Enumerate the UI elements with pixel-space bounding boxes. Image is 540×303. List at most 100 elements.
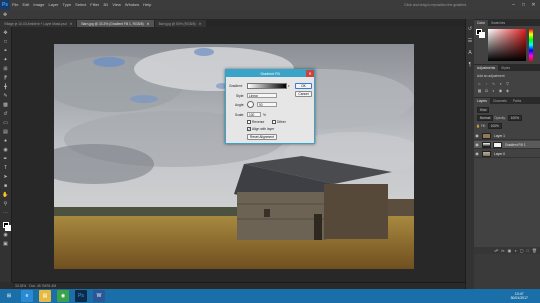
new-layer-icon[interactable]: □ — [527, 248, 529, 253]
minimize-icon[interactable]: – — [510, 2, 517, 8]
align-with-layer-checkbox[interactable]: ✓ — [247, 127, 251, 131]
angle-input[interactable]: 90 — [257, 102, 277, 107]
dialog-titlebar[interactable]: Gradient Fill ✕ — [226, 70, 314, 77]
history-brush-icon[interactable]: ↺ — [2, 111, 10, 118]
ie-icon[interactable]: e — [21, 290, 33, 302]
menu-3d[interactable]: 3D — [101, 0, 110, 10]
menu-view[interactable]: View — [110, 0, 123, 10]
ok-button[interactable]: OK — [295, 83, 312, 89]
bg-color-chip[interactable] — [479, 32, 485, 38]
style-select[interactable]: Linear — [247, 93, 277, 98]
maximize-icon[interactable]: □ — [520, 2, 527, 8]
layer-mask-thumbnail[interactable] — [493, 141, 502, 148]
clone-stamp-icon[interactable]: ▩ — [2, 102, 10, 109]
visibility-eye-icon[interactable]: ◉ — [474, 142, 480, 147]
more-tools-icon[interactable]: ⋯ — [2, 210, 10, 217]
reverse-checkbox[interactable] — [247, 120, 251, 124]
menu-layer[interactable]: Layer — [46, 0, 60, 10]
zoom-tool-icon[interactable]: ⚲ — [2, 201, 10, 208]
layer-row[interactable]: ◉ Gradient Fill 1 — [474, 141, 540, 149]
crop-tool-icon[interactable]: ⊞ — [2, 66, 10, 73]
screen-mode-icon[interactable]: ▣ — [2, 241, 10, 248]
move-tool-icon[interactable]: ✥ — [2, 30, 10, 37]
delete-layer-icon[interactable]: 🗑 — [532, 248, 537, 253]
hand-tool-icon[interactable]: ✋ — [2, 192, 10, 199]
visibility-eye-icon[interactable]: ◉ — [474, 133, 480, 138]
photo-filter-icon[interactable]: ◉ — [498, 88, 503, 93]
shape-tool-icon[interactable]: ■ — [2, 183, 10, 190]
opacity-input[interactable]: 100% — [507, 115, 522, 121]
lasso-tool-icon[interactable]: ⚭ — [2, 48, 10, 55]
quick-mask-icon[interactable]: ◉ — [2, 232, 10, 239]
link-layers-icon[interactable]: ☍ — [494, 248, 498, 253]
layer-row[interactable]: ◉ Layer 0 — [474, 150, 540, 158]
brightness-icon[interactable]: ☼ — [477, 81, 482, 86]
tab-barn-gradient[interactable]: Barn.jpg @ 33.3% (Gradient Fill 1, RGB/8… — [77, 20, 154, 27]
color-field[interactable] — [488, 29, 526, 61]
paragraph-icon[interactable]: ¶ — [467, 62, 473, 68]
channel-mixer-icon[interactable]: ◈ — [505, 88, 510, 93]
start-icon[interactable]: ⊞ — [3, 290, 15, 302]
angle-dial[interactable] — [247, 101, 254, 108]
menu-image[interactable]: Image — [31, 0, 46, 10]
fill-input[interactable]: 100% — [487, 123, 502, 129]
hue-saturation-icon[interactable]: ▦ — [477, 88, 482, 93]
fx-icon[interactable]: fx — [501, 248, 504, 253]
add-mask-icon[interactable]: ▣ — [508, 248, 512, 253]
path-select-icon[interactable]: ➤ — [2, 174, 10, 181]
menu-type[interactable]: Type — [61, 0, 74, 10]
exposure-icon[interactable]: ◑ — [498, 81, 503, 86]
brush-tool-icon[interactable]: ✎ — [2, 93, 10, 100]
close-tab-icon[interactable]: ✕ — [70, 22, 73, 26]
curves-icon[interactable]: ∿ — [491, 81, 496, 86]
blend-mode-select[interactable]: Normal — [477, 115, 494, 121]
type-tool-icon[interactable]: T — [2, 165, 10, 172]
visibility-eye-icon[interactable]: ◉ — [474, 151, 480, 156]
gradient-tool-icon[interactable]: ▤ — [2, 129, 10, 136]
character-icon[interactable]: A — [467, 50, 473, 56]
menu-window[interactable]: Window — [123, 0, 141, 10]
reset-alignment-button[interactable]: Reset Alignment — [247, 134, 277, 140]
layer-row[interactable]: ◉ Layer 1 — [474, 132, 540, 140]
blur-tool-icon[interactable]: ● — [2, 138, 10, 145]
new-adjustment-icon[interactable]: ◑ — [514, 248, 516, 253]
close-tab-icon[interactable]: ✕ — [147, 22, 150, 26]
kind-select[interactable]: Kind — [477, 107, 490, 113]
levels-icon[interactable]: ▫ — [484, 81, 489, 86]
healing-brush-icon[interactable]: ╋ — [2, 84, 10, 91]
system-clock[interactable]: 13:47 30/01/2017 — [510, 292, 540, 301]
photoshop-taskbar-icon[interactable]: Ps — [75, 290, 87, 302]
tab-village[interactable]: Village je 10-03 Ambient + Layer Mask.ps… — [0, 20, 77, 27]
gradient-dropdown-icon[interactable]: ▾ — [288, 84, 290, 88]
cancel-button[interactable]: Cancel — [295, 91, 312, 97]
menu-file[interactable]: File — [10, 0, 20, 10]
eyedropper-tool-icon[interactable]: ⁋ — [2, 75, 10, 82]
menu-help[interactable]: Help — [141, 0, 153, 10]
pen-tool-icon[interactable]: ✒ — [2, 156, 10, 163]
properties-icon[interactable]: ☰ — [467, 38, 473, 44]
vibrance-icon[interactable]: ▽ — [505, 81, 510, 86]
menu-filter[interactable]: Filter — [88, 0, 101, 10]
color-balance-icon[interactable]: ⚖ — [484, 88, 489, 93]
dialog-close-icon[interactable]: ✕ — [306, 70, 314, 77]
history-icon[interactable]: ↺ — [467, 26, 473, 32]
close-icon[interactable]: ✕ — [530, 2, 537, 8]
zoom-level[interactable]: 33.33% — [12, 284, 26, 288]
close-tab-icon[interactable]: ✕ — [199, 22, 202, 26]
eraser-tool-icon[interactable]: ▭ — [2, 120, 10, 127]
gradient-picker[interactable] — [247, 83, 287, 89]
background-color-swatch[interactable] — [5, 225, 11, 231]
hue-slider[interactable] — [529, 29, 533, 61]
file-explorer-icon[interactable]: ▤ — [39, 290, 51, 302]
scale-input[interactable]: 100 — [247, 112, 261, 117]
dither-checkbox[interactable] — [272, 120, 276, 124]
word-icon[interactable]: W — [93, 290, 105, 302]
black-white-icon[interactable]: ◐ — [491, 88, 496, 93]
menu-edit[interactable]: Edit — [20, 0, 31, 10]
dodge-tool-icon[interactable]: ◉ — [2, 147, 10, 154]
move-tool-icon[interactable]: ✥ — [0, 12, 7, 18]
tab-barn[interactable]: Barn.jpg @ 50% (RGB/8) ✕ — [154, 20, 206, 27]
menu-select[interactable]: Select — [73, 0, 88, 10]
new-group-icon[interactable]: ▢ — [520, 248, 524, 253]
quick-select-tool-icon[interactable]: ✦ — [2, 57, 10, 64]
